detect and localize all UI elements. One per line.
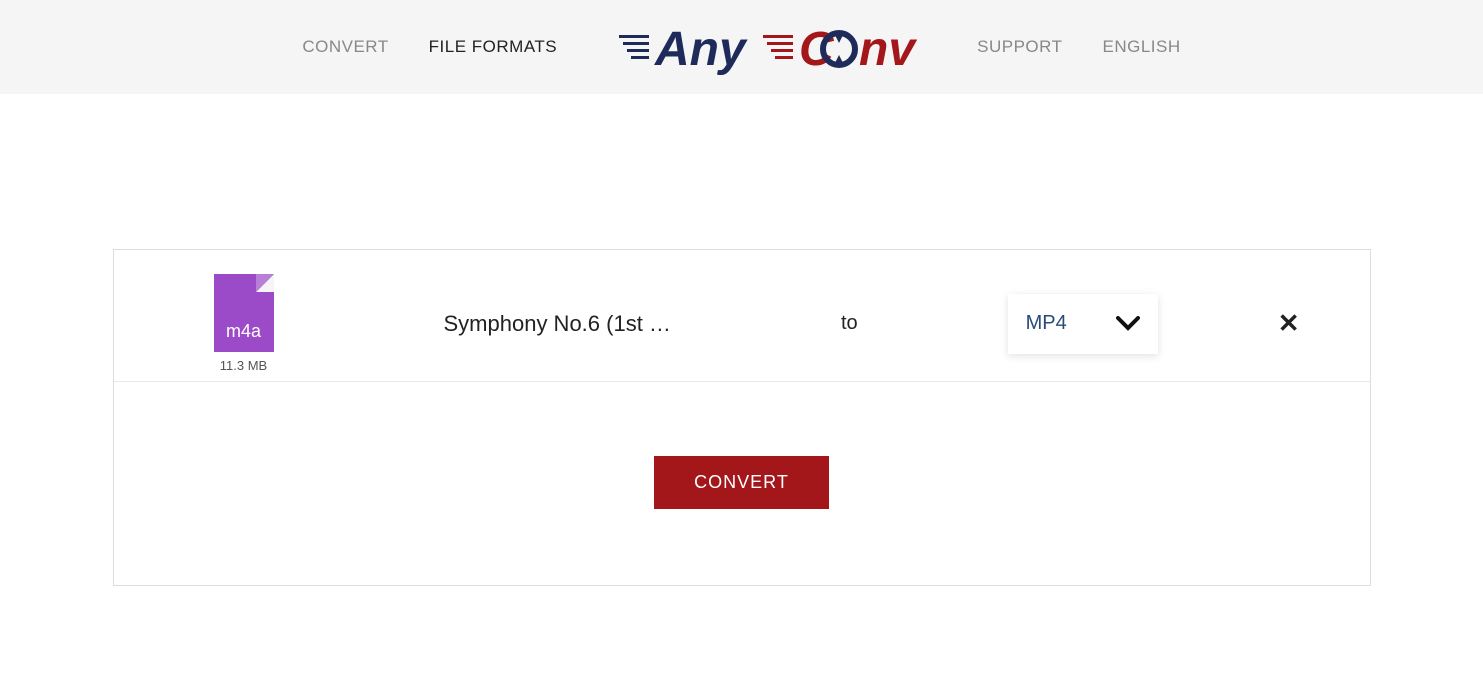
nav-file-formats[interactable]: FILE FORMATS (429, 37, 557, 57)
logo[interactable]: Any C nv (617, 17, 917, 77)
nav-english[interactable]: ENGLISH (1103, 37, 1181, 57)
target-format-select[interactable]: MP4 (1008, 294, 1158, 354)
chevron-down-icon (1116, 316, 1140, 332)
target-format-value: MP4 (1026, 312, 1067, 335)
convert-button[interactable]: CONVERT (654, 456, 829, 509)
file-name: Symphony No.6 (1st … (444, 311, 671, 337)
nav-convert[interactable]: CONVERT (302, 37, 388, 57)
file-row: m4a 11.3 MB Symphony No.6 (1st … to MP4 … (114, 250, 1370, 382)
main-content: m4a 11.3 MB Symphony No.6 (1st … to MP4 … (0, 94, 1483, 586)
file-icon: m4a (214, 274, 274, 352)
svg-text:nv: nv (859, 23, 917, 76)
to-label: to (841, 312, 858, 335)
header: CONVERT FILE FORMATS Any C (0, 0, 1483, 94)
close-icon: ✕ (1278, 308, 1300, 338)
svg-text:C: C (799, 23, 835, 76)
file-ext-label: m4a (226, 321, 261, 342)
file-size: 11.3 MB (220, 358, 267, 373)
nav-support[interactable]: SUPPORT (977, 37, 1062, 57)
file-icon-wrap: m4a 11.3 MB (184, 274, 304, 373)
svg-text:Any: Any (654, 23, 748, 76)
remove-file-button[interactable]: ✕ (1268, 298, 1310, 349)
convert-row: CONVERT (114, 382, 1370, 509)
conversion-panel: m4a 11.3 MB Symphony No.6 (1st … to MP4 … (113, 249, 1371, 586)
